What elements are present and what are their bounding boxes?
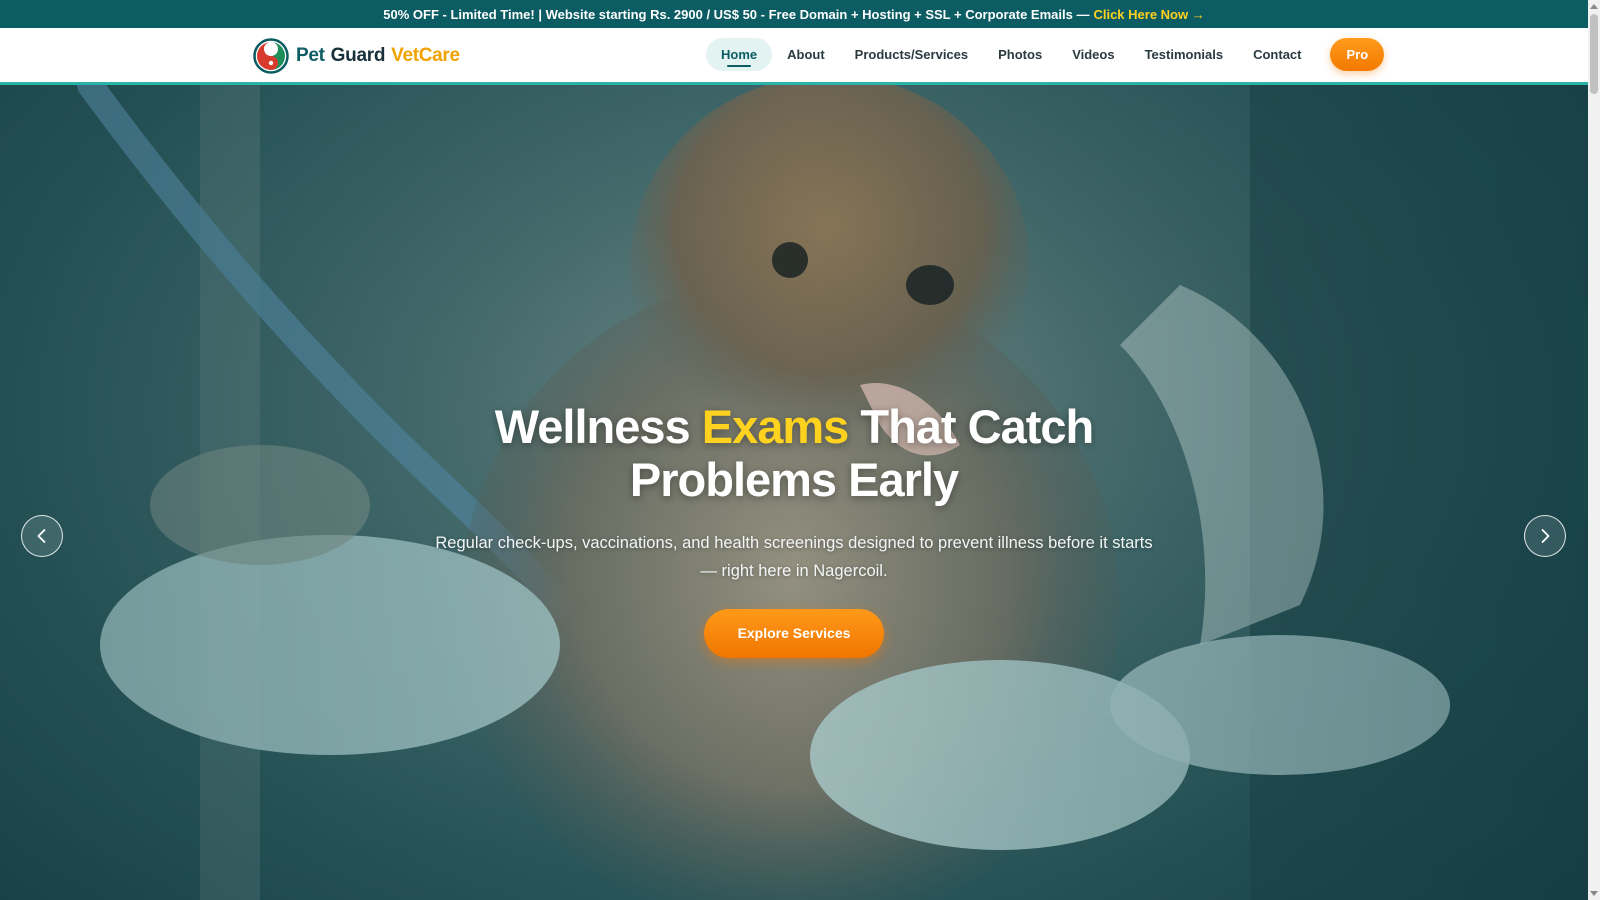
nav-item-photos[interactable]: Photos [983, 38, 1057, 71]
hero-content: Wellness Exams That Catch Problems Early… [394, 400, 1194, 658]
main-nav: Home About Products/Services Photos Vide… [706, 38, 1385, 71]
page-scrollbar[interactable] [1588, 0, 1600, 900]
nav-item-contact[interactable]: Contact [1238, 38, 1316, 71]
site-header: Pet Guard VetCare Home About Products/Serv… [0, 28, 1588, 85]
hero-title-accent: Exams [701, 400, 850, 453]
brand-word-vetcare: VetCare [391, 45, 460, 66]
scroll-down-arrow-icon[interactable] [1588, 888, 1600, 900]
promo-text: 50% OFF - Limited Time! | Website starti… [383, 6, 1090, 22]
chevron-right-icon [1541, 529, 1550, 543]
slider-next-button[interactable] [1524, 515, 1566, 557]
slider-prev-button[interactable] [21, 515, 63, 557]
nav-item-about[interactable]: About [772, 38, 840, 71]
hero-title-part1: Wellness [494, 400, 691, 453]
hero-title-part2: That Catch [860, 400, 1094, 453]
nav-item-videos[interactable]: Videos [1057, 38, 1129, 71]
brand-name: Pet Guard VetCare [296, 45, 460, 67]
nav-item-testimonials[interactable]: Testimonials [1130, 38, 1239, 71]
promo-cta-link[interactable]: Click Here Now → [1093, 7, 1204, 22]
hero-subtitle: Regular check-ups, vaccinations, and hea… [435, 534, 1153, 580]
nav-item-home[interactable]: Home [706, 38, 773, 71]
nav-item-products-services[interactable]: Products/Services [840, 38, 983, 71]
scrollbar-thumb[interactable] [1590, 14, 1598, 94]
explore-services-button[interactable]: Explore Services [703, 609, 885, 658]
hero-title: Wellness Exams That Catch Problems Early [394, 400, 1194, 506]
scroll-up-arrow-icon[interactable] [1588, 0, 1600, 12]
brand-word-pet: Pet [296, 45, 325, 66]
chevron-left-icon [37, 529, 46, 543]
pro-button[interactable]: Pro [1330, 38, 1385, 71]
hero-title-line2: Problems Early [629, 453, 959, 506]
hero-slider: Wellness Exams That Catch Problems Early… [0, 85, 1588, 900]
promo-banner: 50% OFF - Limited Time! | Website starti… [0, 0, 1588, 28]
pet-guard-logo-icon [253, 38, 289, 74]
brand-word-guard: Guard [330, 45, 386, 66]
brand-logo[interactable]: Pet Guard VetCare [253, 38, 460, 74]
